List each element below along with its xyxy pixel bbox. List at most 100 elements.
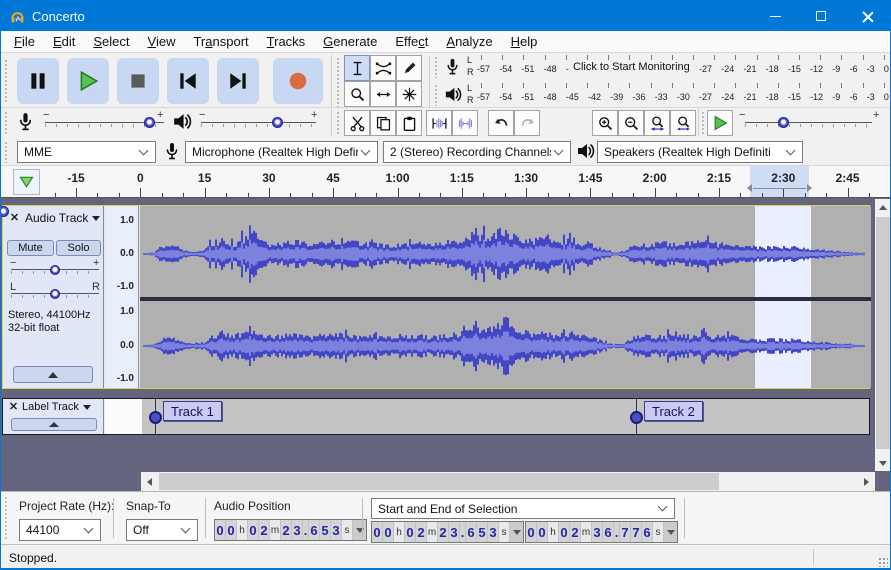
label-marker-dot[interactable]	[149, 411, 162, 424]
scroll-right-button[interactable]	[858, 472, 875, 491]
zoom-fit-button[interactable]	[670, 110, 696, 136]
monitoring-overlay[interactable]: Click to Start Monitoring	[569, 61, 694, 73]
close-button[interactable]	[844, 1, 890, 31]
timeline-pin-button[interactable]	[13, 169, 40, 195]
scroll-down-button[interactable]	[875, 455, 890, 471]
selection-start-display[interactable]: 00h02m23.653s	[371, 521, 524, 543]
channel-left[interactable]	[140, 206, 871, 297]
scroll-left-button[interactable]	[141, 472, 158, 491]
track-title-menu[interactable]: Audio Track	[25, 211, 101, 225]
resize-grip[interactable]	[878, 557, 888, 567]
selection-mode-combo[interactable]: Start and End of Selection	[371, 498, 675, 519]
scroll-up-button[interactable]	[875, 199, 890, 215]
menu-item-help[interactable]: Help	[502, 31, 547, 53]
project-rate-combo[interactable]: 44100	[19, 519, 101, 541]
zoom-selection-button[interactable]	[644, 110, 670, 136]
multi-tool-button[interactable]	[396, 81, 422, 107]
selection-end-display[interactable]: 00h02m36.776s	[525, 521, 678, 543]
undo-button[interactable]	[488, 110, 514, 136]
close-track-button[interactable]: ✕	[8, 211, 21, 224]
transport-toolbar-grip[interactable]	[4, 59, 9, 103]
waveform-left[interactable]	[140, 206, 871, 297]
pause-button[interactable]	[17, 58, 59, 104]
time-dropdown[interactable]	[664, 522, 677, 542]
play-speed-slider-thumb[interactable]	[778, 117, 789, 128]
record-button[interactable]	[273, 58, 323, 104]
mixer-toolbar-grip[interactable]	[4, 111, 9, 135]
edit-toolbar-grip[interactable]	[336, 111, 341, 135]
paste-button[interactable]	[396, 110, 422, 136]
record-level-slider-thumb[interactable]	[144, 117, 155, 128]
copy-button[interactable]	[370, 110, 396, 136]
vertical-scrollbar[interactable]	[875, 199, 890, 471]
stop-button[interactable]	[117, 58, 159, 104]
waveform-content[interactable]	[140, 206, 871, 388]
trim-button[interactable]	[426, 110, 452, 136]
label-item[interactable]: Track 2	[644, 401, 703, 421]
menu-item-file[interactable]: File	[5, 31, 44, 53]
time-dropdown[interactable]	[510, 522, 523, 542]
selection-tool-button[interactable]	[344, 55, 370, 81]
gain-slider[interactable]	[11, 264, 99, 278]
menu-item-transport[interactable]: Transport	[184, 31, 257, 53]
recording-device-combo[interactable]: Microphone (Realtek High Defini	[185, 141, 378, 163]
playback-device-combo[interactable]: Speakers (Realtek High Definiti	[597, 141, 803, 163]
menu-item-view[interactable]: View	[139, 31, 185, 53]
zoom-in-button[interactable]	[592, 110, 618, 136]
gain-thumb[interactable]	[50, 265, 60, 275]
playback-meter-icon-wrap[interactable]	[443, 85, 462, 109]
device-toolbar-grip[interactable]	[4, 141, 9, 163]
menu-item-tracks[interactable]: Tracks	[258, 31, 315, 53]
skip-end-button[interactable]	[217, 58, 259, 104]
label-track-content[interactable]: Track 1 Track 2	[105, 399, 869, 434]
waveform-right[interactable]	[140, 301, 871, 388]
envelope-tool-button[interactable]	[370, 55, 396, 81]
menu-item-generate[interactable]: Generate	[314, 31, 386, 53]
audio-position-display[interactable]: 00h02m23.653s	[214, 519, 367, 541]
toolbar-grip[interactable]	[4, 496, 9, 540]
maximize-button[interactable]	[798, 1, 844, 31]
menu-item-edit[interactable]: Edit	[44, 31, 84, 53]
record-level-slider[interactable]	[45, 117, 164, 131]
play-button[interactable]	[67, 58, 109, 104]
zoom-tool-button[interactable]	[344, 81, 370, 107]
menu-item-select[interactable]: Select	[84, 31, 138, 53]
playback-level-slider[interactable]	[201, 117, 316, 131]
audio-host-combo[interactable]: MME	[17, 141, 156, 163]
mute-button[interactable]: Mute	[7, 240, 54, 256]
tools-toolbar-grip[interactable]	[336, 57, 341, 107]
play-speed-slider[interactable]	[745, 117, 872, 131]
label-marker-dot[interactable]	[630, 411, 643, 424]
recording-meter-icon-wrap[interactable]	[443, 57, 462, 81]
label-track-title-menu[interactable]: Label Track	[22, 401, 91, 413]
menu-item-analyze[interactable]: Analyze	[437, 31, 501, 53]
pan-slider[interactable]	[11, 288, 99, 302]
solo-button[interactable]: Solo	[56, 240, 101, 256]
horizontal-scrollbar[interactable]	[141, 472, 875, 491]
collapse-label-track-button[interactable]	[11, 418, 97, 431]
playback-meter-grip[interactable]	[434, 84, 439, 106]
label-item[interactable]: Track 1	[163, 401, 222, 421]
silence-button[interactable]	[452, 110, 478, 136]
menu-item-effect[interactable]: Effect	[386, 31, 437, 53]
cut-button[interactable]	[344, 110, 370, 136]
channel-right[interactable]	[140, 301, 871, 388]
timeline-ruler[interactable]: -15 0 15 30 45 1:00 1:15 1:30 1:45 2:00 2:15 2:30 2:…	[1, 166, 890, 198]
snap-to-combo[interactable]: Off	[126, 519, 198, 541]
pan-thumb[interactable]	[50, 289, 60, 299]
recording-meter-grip[interactable]	[434, 56, 439, 78]
collapse-track-button[interactable]	[13, 366, 93, 383]
skip-start-button[interactable]	[167, 58, 209, 104]
vertical-scale-ruler[interactable]: 1.0 0.0 -1.0 1.0 0.0 -1.0	[105, 206, 139, 388]
horizontal-scroll-thumb[interactable]	[159, 473, 719, 490]
timeshift-tool-button[interactable]	[370, 81, 396, 107]
zoom-out-button[interactable]	[618, 110, 644, 136]
transcription-toolbar-grip[interactable]	[701, 111, 706, 135]
redo-button[interactable]	[514, 110, 540, 136]
recording-channels-combo[interactable]: 2 (Stereo) Recording Channels	[383, 141, 571, 163]
time-dropdown[interactable]	[353, 520, 366, 540]
play-at-speed-button[interactable]	[707, 110, 733, 136]
playback-level-slider-thumb[interactable]	[272, 117, 283, 128]
vertical-scroll-thumb[interactable]	[876, 217, 890, 449]
draw-tool-button[interactable]	[396, 55, 422, 81]
